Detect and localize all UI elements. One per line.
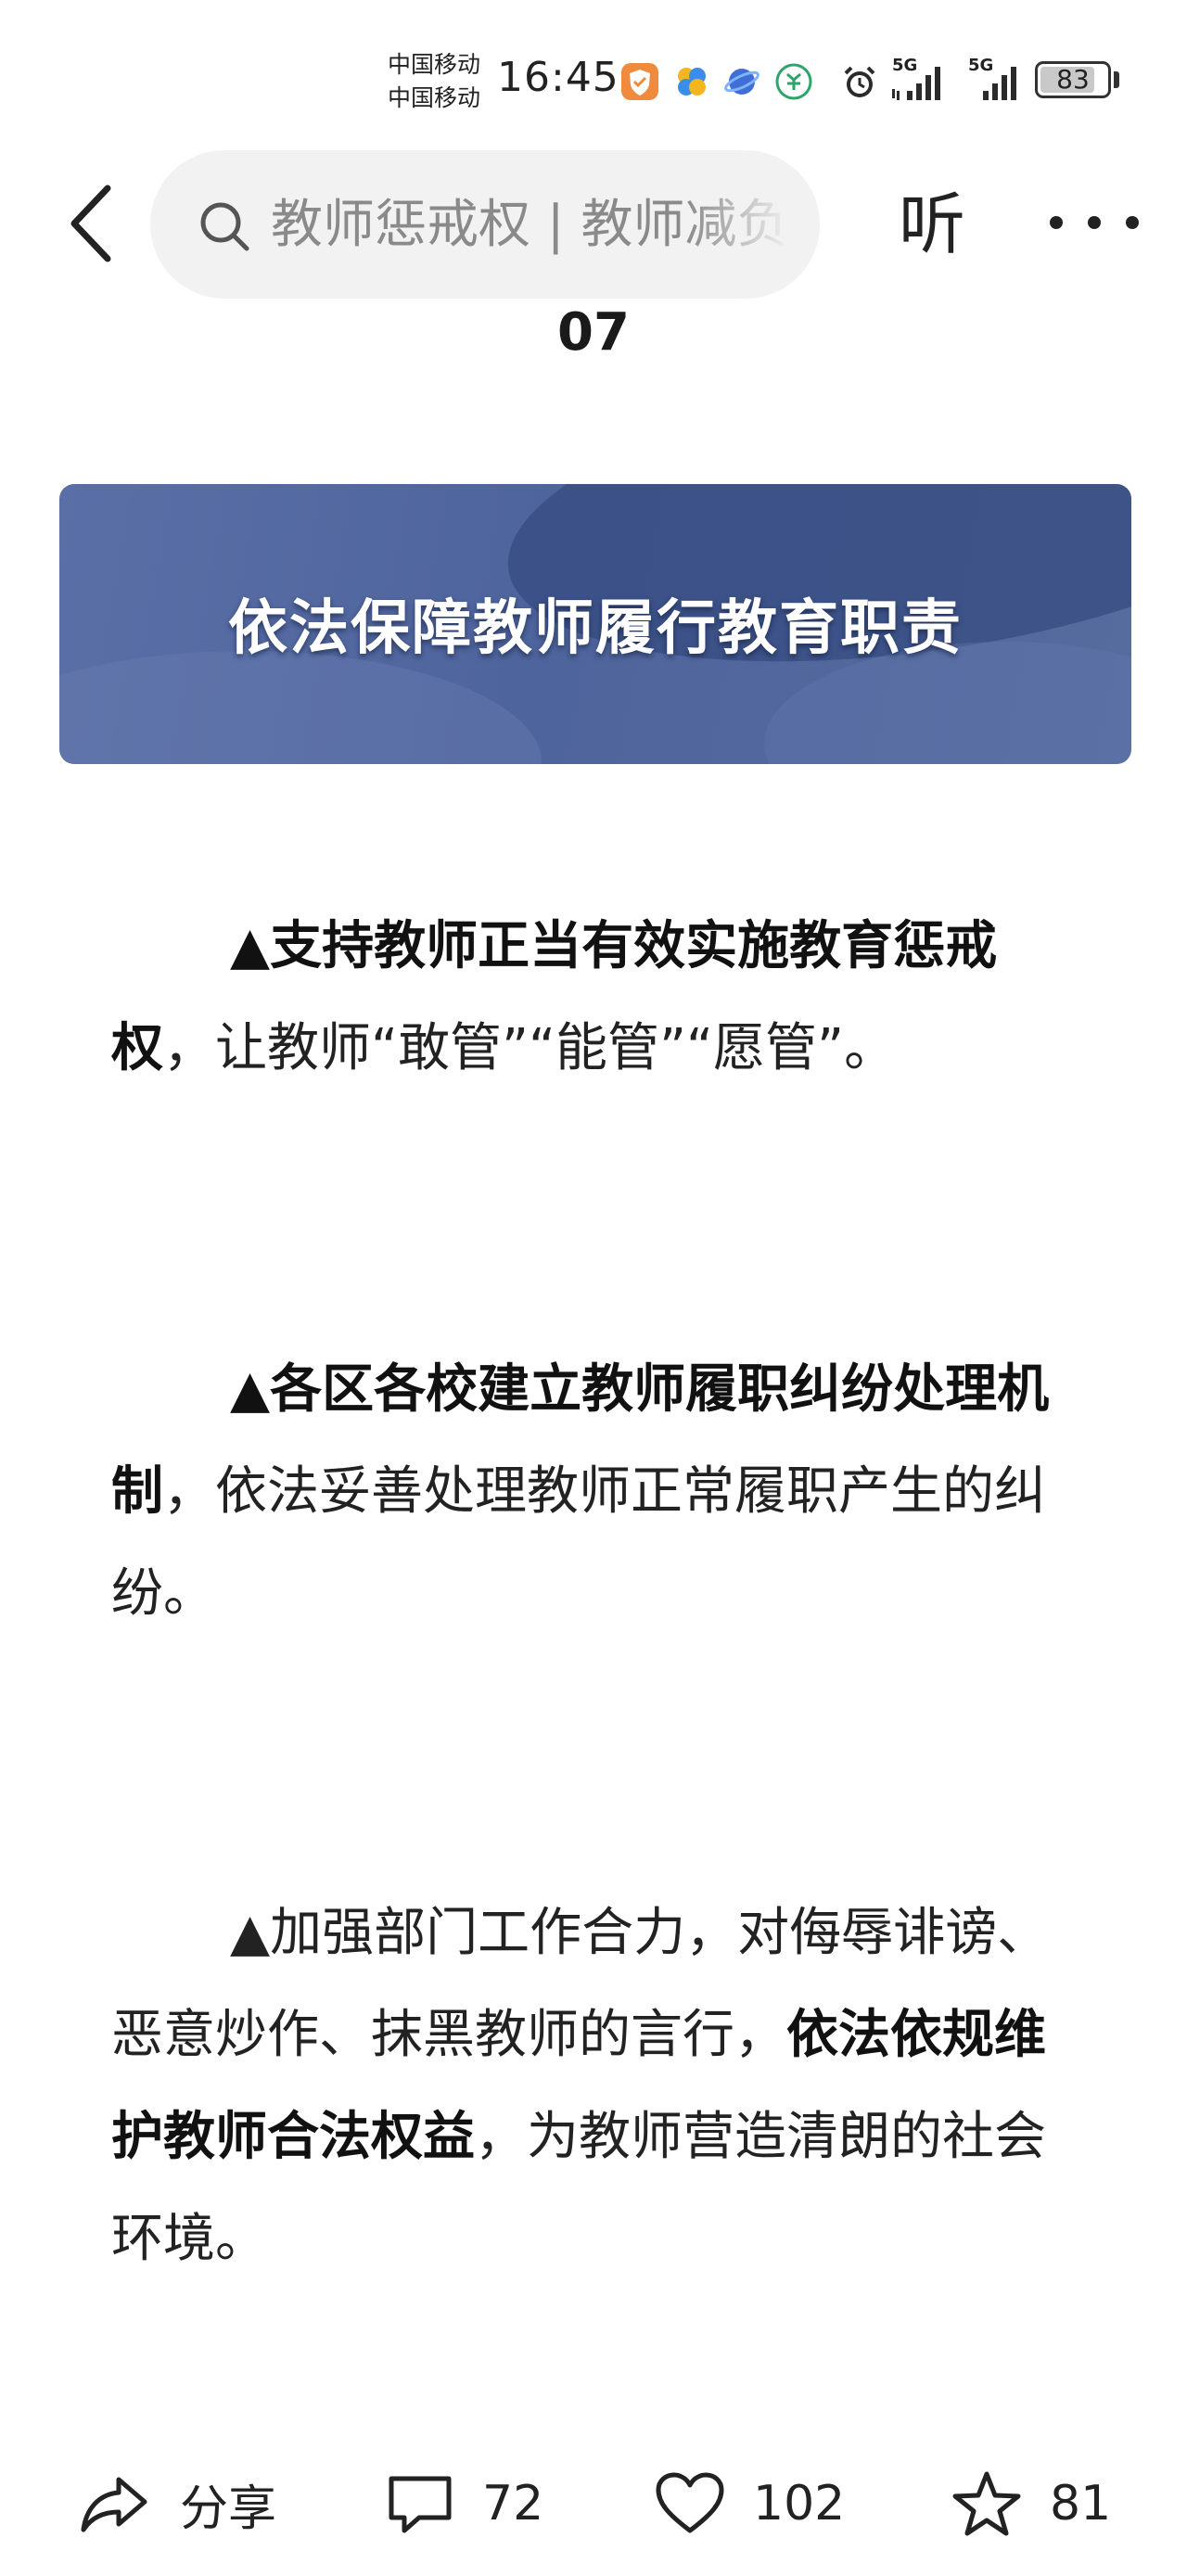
like-button[interactable]: 102 [655, 2439, 845, 2569]
comment-icon [389, 2476, 452, 2533]
battery-tip [1114, 71, 1119, 88]
banner-title: 依法保障教师履行教育职责 [228, 594, 963, 663]
more-options-button[interactable] [1039, 185, 1150, 260]
carrier-label-1: 中国移动 [388, 51, 481, 78]
search-bar[interactable] [150, 150, 820, 299]
chevron-left-icon [70, 185, 111, 262]
favorite-button[interactable]: 81 [951, 2439, 1111, 2569]
back-button[interactable] [54, 172, 128, 274]
share-icon [81, 2477, 147, 2532]
bank-app-icon [775, 63, 812, 100]
section-number: 07 [557, 302, 630, 363]
status-bar: 中国移动 中国移动 16:45 5G 5G 83 [0, 0, 1187, 144]
carrier-label-2: 中国移动 [388, 84, 481, 111]
pinwheel-app-icon [678, 68, 706, 96]
search-icon [200, 202, 249, 251]
signal-icon [983, 67, 1016, 100]
banner-decoration [59, 651, 542, 764]
more-dot-icon [1050, 216, 1063, 229]
paragraph-marker: ▲ [230, 1359, 271, 1420]
paragraph-text: ，让教师“敢管”“能管”“愿管”。 [163, 1018, 897, 1078]
battery-level: 83 [1056, 64, 1090, 95]
share-button[interactable]: 分享 [78, 2439, 276, 2569]
share-label: 分享 [180, 2480, 277, 2537]
more-dot-icon [1088, 216, 1101, 229]
shield-app-icon [621, 63, 658, 100]
like-count: 102 [753, 2476, 846, 2531]
star-icon [952, 2471, 1021, 2536]
article-paragraph: ▲支持教师正当有效实施教育惩戒权，让教师“敢管”“能管”“愿管”。 [111, 896, 1076, 1100]
heart-icon [656, 2472, 724, 2533]
listen-button[interactable]: 听 [881, 178, 983, 271]
article-paragraph: ▲加强部门工作合力，对侮辱诽谤、恶意炒作、抹黑教师的言行，依法依规维护教师合法权… [111, 1882, 1076, 2290]
section-banner: 依法保障教师履行教育职责 [59, 484, 1131, 764]
favorite-count: 81 [1050, 2476, 1112, 2531]
status-icons: 5G 5G 83 [612, 56, 1131, 106]
battery-icon: 83 [1035, 61, 1111, 98]
search-input[interactable] [271, 185, 790, 263]
paragraph-marker: ▲ [230, 1903, 271, 1963]
paragraph-marker: ▲ [230, 916, 271, 976]
status-time: 16:45 [497, 54, 619, 101]
article-paragraph: ▲各区各校建立教师履职纠纷处理机制，依法妥善处理教师正常履职产生的纠纷。 [111, 1339, 1076, 1645]
planet-app-icon [724, 69, 759, 95]
paragraph-text: ，依法妥善处理教师正常履职产生的纠纷。 [111, 1461, 1046, 1624]
comment-button[interactable]: 72 [386, 2439, 543, 2569]
alarm-icon [844, 66, 875, 97]
more-dot-icon [1126, 216, 1139, 229]
signal-icon [892, 67, 940, 100]
comment-count: 72 [482, 2476, 544, 2531]
carrier-info: 中国移动 中国移动 [388, 48, 494, 115]
bottom-action-bar: 分享 72 102 81 [0, 2439, 1187, 2569]
